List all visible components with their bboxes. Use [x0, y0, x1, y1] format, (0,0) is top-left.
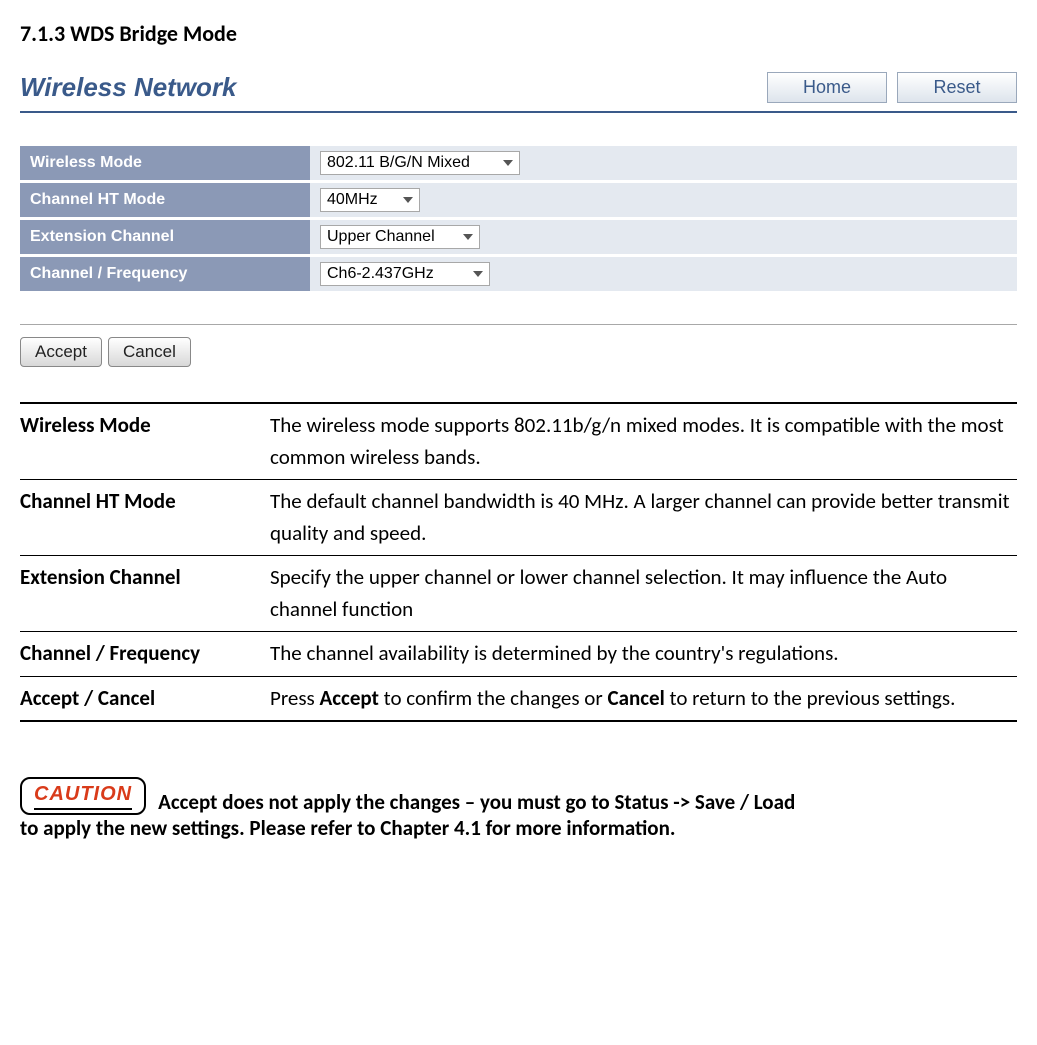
- desc-label: Channel / Frequency: [20, 632, 270, 677]
- description-table: Wireless Mode The wireless mode supports…: [20, 402, 1017, 722]
- wireless-mode-dropdown[interactable]: 802.11 B/G/N Mixed: [320, 151, 520, 175]
- desc-text: Press Accept to confirm the changes or C…: [270, 676, 1017, 721]
- desc-bold: Cancel: [607, 685, 664, 711]
- wireless-network-panel: Wireless Network Home Reset Wireless Mod…: [20, 72, 1017, 367]
- desc-text-part: Press: [270, 685, 320, 711]
- config-value-cell: Upper Channel: [310, 220, 1017, 254]
- config-value-cell: 40MHz: [310, 183, 1017, 217]
- panel-buttons: Home Reset: [767, 72, 1017, 103]
- channel-ht-dropdown[interactable]: 40MHz: [320, 188, 420, 212]
- home-button[interactable]: Home: [767, 72, 887, 103]
- caution-row: CAUTION Accept does not apply the change…: [20, 777, 1017, 815]
- divider: [20, 324, 1017, 325]
- table-row: Wireless Mode The wireless mode supports…: [20, 403, 1017, 480]
- desc-label: Accept / Cancel: [20, 676, 270, 721]
- reset-button[interactable]: Reset: [897, 72, 1017, 103]
- desc-bold: Accept: [320, 685, 379, 711]
- config-label: Channel HT Mode: [20, 183, 310, 217]
- desc-label: Wireless Mode: [20, 403, 270, 480]
- desc-label: Extension Channel: [20, 556, 270, 632]
- caution-text-line2: to apply the new settings. Please refer …: [20, 811, 1017, 847]
- dropdown-value: Ch6-2.437GHz: [327, 265, 434, 283]
- caution-underline: [34, 808, 132, 810]
- dropdown-value: Upper Channel: [327, 228, 435, 246]
- config-row-channel-ht: Channel HT Mode 40MHz: [20, 183, 1017, 217]
- config-row-wireless-mode: Wireless Mode 802.11 B/G/N Mixed: [20, 146, 1017, 180]
- caution-badge-text: CAUTION: [34, 783, 132, 806]
- dropdown-value: 40MHz: [327, 191, 378, 209]
- channel-frequency-dropdown[interactable]: Ch6-2.437GHz: [320, 262, 490, 286]
- config-value-cell: Ch6-2.437GHz: [310, 257, 1017, 291]
- desc-text: The wireless mode supports 802.11b/g/n m…: [270, 403, 1017, 480]
- section-heading: 7.1.3 WDS Bridge Mode: [20, 20, 1017, 47]
- cancel-button[interactable]: Cancel: [108, 337, 191, 367]
- desc-text: The default channel bandwidth is 40 MHz.…: [270, 480, 1017, 556]
- panel-header: Wireless Network Home Reset: [20, 72, 1017, 113]
- config-row-channel-frequency: Channel / Frequency Ch6-2.437GHz: [20, 257, 1017, 291]
- chevron-down-icon: [403, 197, 413, 203]
- desc-text: Specify the upper channel or lower chann…: [270, 556, 1017, 632]
- table-row: Accept / Cancel Press Accept to confirm …: [20, 676, 1017, 721]
- config-label: Channel / Frequency: [20, 257, 310, 291]
- desc-text-part: to confirm the changes or: [379, 685, 608, 711]
- config-label: Extension Channel: [20, 220, 310, 254]
- config-label: Wireless Mode: [20, 146, 310, 180]
- desc-text: The channel availability is determined b…: [270, 632, 1017, 677]
- desc-text-part: to return to the previous settings.: [665, 685, 956, 711]
- action-buttons: Accept Cancel: [20, 337, 1017, 367]
- chevron-down-icon: [463, 234, 473, 240]
- accept-button[interactable]: Accept: [20, 337, 102, 367]
- table-row: Channel / Frequency The channel availabi…: [20, 632, 1017, 677]
- caution-icon: CAUTION: [20, 777, 146, 815]
- chevron-down-icon: [473, 271, 483, 277]
- config-row-extension-channel: Extension Channel Upper Channel: [20, 220, 1017, 254]
- extension-channel-dropdown[interactable]: Upper Channel: [320, 225, 480, 249]
- dropdown-value: 802.11 B/G/N Mixed: [327, 154, 470, 172]
- config-table: Wireless Mode 802.11 B/G/N Mixed Channel…: [20, 143, 1017, 294]
- table-row: Channel HT Mode The default channel band…: [20, 480, 1017, 556]
- desc-label: Channel HT Mode: [20, 480, 270, 556]
- config-value-cell: 802.11 B/G/N Mixed: [310, 146, 1017, 180]
- panel-title: Wireless Network: [20, 72, 237, 103]
- table-row: Extension Channel Specify the upper chan…: [20, 556, 1017, 632]
- chevron-down-icon: [503, 160, 513, 166]
